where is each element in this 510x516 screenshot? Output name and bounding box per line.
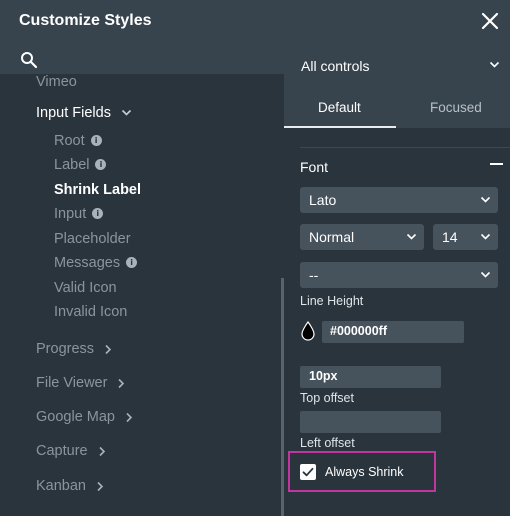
search-icon[interactable]: [20, 51, 38, 69]
font-family-select[interactable]: Lato: [300, 187, 498, 213]
section-divider: [300, 147, 510, 148]
font-size-value: 14: [442, 229, 458, 245]
line-height-select[interactable]: --: [300, 262, 498, 288]
chevron-right-icon: [97, 481, 104, 491]
left-offset-input[interactable]: [300, 411, 441, 433]
font-size-select[interactable]: 14: [433, 224, 498, 250]
tree-item-vimeo[interactable]: Vimeo: [36, 74, 77, 90]
font-section-title: Font: [300, 159, 329, 175]
left-offset-label: Left offset: [300, 436, 355, 450]
chevron-down-icon: [480, 233, 491, 240]
tree-item-invalid-icon[interactable]: Invalid Icon: [54, 304, 127, 320]
tree-item-capture[interactable]: Capture: [36, 443, 106, 459]
tab-focused[interactable]: Focused: [430, 100, 482, 115]
line-height-label: Line Height: [300, 294, 364, 308]
tree-item-input-fields[interactable]: Input Fields: [36, 105, 132, 121]
chevron-down-icon: [406, 233, 417, 240]
state-tabs: Default Focused: [284, 88, 510, 128]
chevron-right-icon: [105, 344, 112, 354]
info-icon: i: [95, 159, 107, 170]
active-tab-indicator: [284, 126, 396, 128]
font-color-input[interactable]: #000000ff: [322, 321, 464, 343]
tree-item-valid-icon[interactable]: Valid Icon: [54, 280, 117, 296]
controls-dropdown-value: All controls: [301, 58, 370, 74]
tab-default[interactable]: Default: [318, 100, 361, 115]
style-editor-panel: All controls Default Focused Font Lato N…: [284, 44, 510, 516]
color-drop-icon[interactable]: [300, 321, 316, 341]
tree-item-input[interactable]: Input i: [54, 206, 104, 222]
chevron-right-icon: [126, 412, 133, 422]
top-offset-input[interactable]: 10px: [300, 366, 441, 388]
dialog-title: Customize Styles: [19, 12, 152, 29]
tree-item-kanban[interactable]: Kanban: [36, 478, 104, 494]
tree-item-label[interactable]: Label i: [54, 157, 107, 173]
tree-item-progress[interactable]: Progress: [36, 341, 112, 357]
close-icon[interactable]: [478, 9, 502, 33]
info-icon: i: [92, 208, 104, 219]
tree-item-root[interactable]: Root i: [54, 133, 102, 149]
chevron-down-icon: [121, 110, 132, 116]
always-shrink-label[interactable]: Always Shrink: [325, 465, 404, 479]
tree-item-placeholder[interactable]: Placeholder: [54, 231, 131, 247]
font-family-value: Lato: [309, 192, 337, 208]
search-bar[interactable]: [0, 44, 284, 74]
tree-item-google-map[interactable]: Google Map: [36, 409, 133, 425]
info-icon: i: [126, 257, 138, 268]
style-tree-panel: Vimeo Input Fields Root i Label i Shrink L…: [0, 44, 284, 516]
always-shrink-checkbox[interactable]: [300, 464, 316, 480]
chevron-down-icon: [480, 196, 491, 203]
controls-dropdown[interactable]: All controls: [284, 44, 510, 88]
tree-item-shrink-label[interactable]: Shrink Label: [54, 182, 141, 198]
tree-item-label: Input Fields: [36, 105, 111, 121]
dialog-header: Customize Styles: [0, 0, 510, 44]
info-icon: i: [90, 135, 102, 146]
tree-item-file-viewer[interactable]: File Viewer: [36, 375, 125, 391]
chevron-right-icon: [118, 378, 125, 388]
font-weight-value: Normal: [309, 229, 355, 245]
checkmark-icon: [302, 467, 314, 477]
top-offset-label: Top offset: [300, 391, 354, 405]
chevron-right-icon: [99, 446, 105, 456]
tree-item-messages[interactable]: Messages i: [54, 255, 138, 271]
chevron-down-icon: [480, 271, 491, 278]
line-height-value: --: [309, 267, 319, 283]
font-weight-select[interactable]: Normal: [300, 224, 424, 250]
collapse-icon[interactable]: [490, 163, 503, 165]
chevron-down-icon: [489, 61, 500, 68]
